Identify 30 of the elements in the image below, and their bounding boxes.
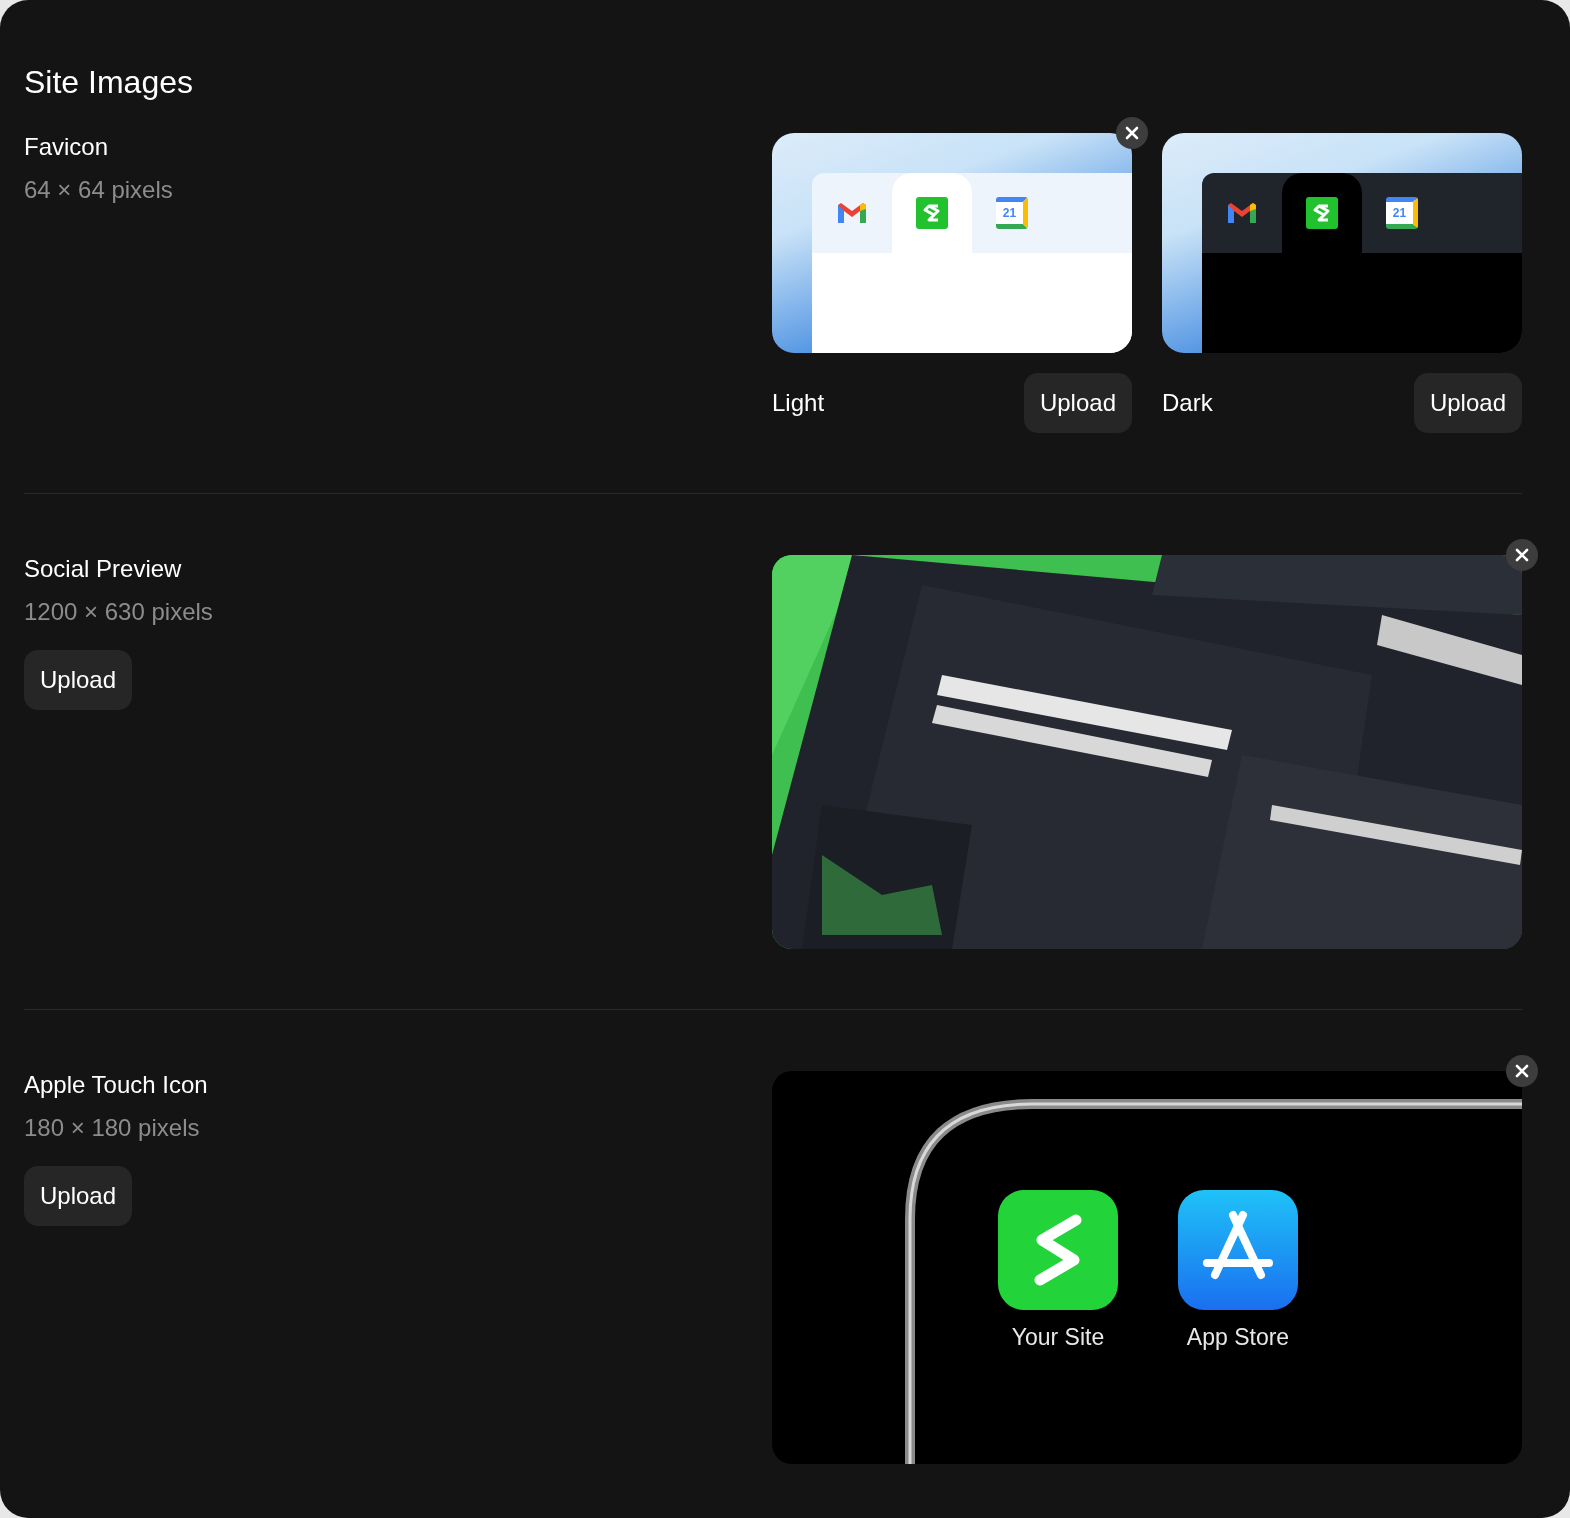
theme-label: Light <box>772 388 825 418</box>
size-hint: 180 × 180 pixels <box>24 1114 200 1142</box>
page-title: Site Images <box>24 63 194 102</box>
calendar-icon: 21 <box>1386 197 1418 229</box>
mail-icon <box>836 201 868 225</box>
close-icon <box>1515 1064 1529 1078</box>
remove-button[interactable] <box>1506 539 1538 571</box>
remove-button[interactable] <box>1506 1055 1538 1087</box>
site-logo-icon <box>1306 197 1338 229</box>
upload-button[interactable]: Upload <box>1023 373 1132 433</box>
upload-button[interactable]: Upload <box>24 1166 133 1226</box>
upload-button[interactable]: Upload <box>1413 373 1522 433</box>
section-title: Apple Touch Icon <box>24 1071 208 1099</box>
close-icon <box>1515 548 1529 562</box>
size-hint: 1200 × 630 pixels <box>24 598 213 626</box>
theme-label: Dark <box>1162 388 1213 418</box>
size-hint: 64 × 64 pixels <box>24 176 173 204</box>
section-title: Favicon <box>24 133 109 161</box>
app-label: App Store <box>1186 1323 1290 1352</box>
active-tab[interactable] <box>1282 173 1362 253</box>
upload-button[interactable]: Upload <box>24 650 133 710</box>
remove-button[interactable] <box>1116 117 1148 149</box>
app-label: Your Site <box>1011 1323 1105 1352</box>
section-title: Social Preview <box>24 555 182 583</box>
site-app-icon[interactable] <box>998 1190 1118 1310</box>
close-icon <box>1125 126 1139 140</box>
mail-icon <box>1226 201 1258 225</box>
app-store-icon[interactable] <box>1178 1190 1298 1310</box>
site-logo-icon <box>916 197 948 229</box>
calendar-icon: 21 <box>996 197 1028 229</box>
